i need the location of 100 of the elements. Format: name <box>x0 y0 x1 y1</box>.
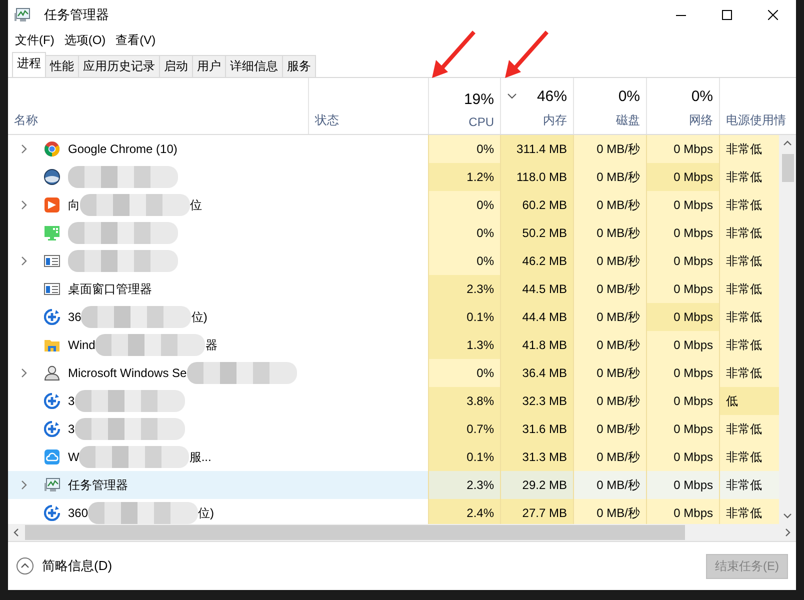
process-row[interactable]: Wind 器 1.3% 41.8 MB 0 MB/秒 0 Mbps 非常低 <box>8 331 779 359</box>
process-name: 位) <box>198 504 214 522</box>
table-cell: 0 MB/秒 <box>573 219 646 247</box>
scroll-thumb[interactable] <box>782 154 794 182</box>
maximize-icon[interactable] <box>722 10 732 20</box>
column-header[interactable]: 名称 <box>14 112 302 129</box>
process-name: 服... <box>189 448 212 466</box>
refresh-plus-icon <box>44 421 60 437</box>
table-cell: 41.8 MB <box>500 331 573 359</box>
table-cell: 非常低 <box>719 303 779 331</box>
table-cell: 3.8% <box>428 387 500 415</box>
process-row[interactable]: 3 3.8% 32.3 MB 0 MB/秒 0 Mbps 低 <box>8 387 779 415</box>
process-name: 向 <box>68 196 80 214</box>
table-cell: 0 MB/秒 <box>573 471 646 499</box>
table-cell: 非常低 <box>719 219 779 247</box>
table-cell: 非常低 <box>719 191 779 219</box>
table-cell: 非常低 <box>719 163 779 191</box>
table-cell: 50.2 MB <box>500 219 573 247</box>
column-header[interactable]: 内存 <box>543 112 567 129</box>
process-name: Microsoft Windows Se <box>68 366 187 380</box>
menu-item[interactable]: 选项(O) <box>59 32 111 48</box>
process-row[interactable]: 0% 50.2 MB 0 MB/秒 0 Mbps 非常低 <box>8 219 779 247</box>
table-cell: 非常低 <box>719 471 779 499</box>
process-row[interactable]: 36 位) 0.1% 44.4 MB 0 MB/秒 0 Mbps 非常低 <box>8 303 779 331</box>
table-cell: 0 Mbps <box>646 303 719 331</box>
table-cell: 0 MB/秒 <box>573 415 646 443</box>
table-cell: 31.6 MB <box>500 415 573 443</box>
collapse-chevron-icon[interactable] <box>16 557 34 575</box>
vertical-scrollbar[interactable] <box>779 135 796 524</box>
globe-icon <box>44 169 60 185</box>
process-row[interactable]: 向 位 0% 60.2 MB 0 MB/秒 0 Mbps 非常低 <box>8 191 779 219</box>
refresh-plus-icon <box>44 505 60 521</box>
scroll-thumb[interactable] <box>25 525 685 540</box>
column-header[interactable]: 磁盘 <box>616 112 640 129</box>
refresh-plus-icon <box>44 393 60 409</box>
process-name: 3 <box>68 394 75 408</box>
chrome-icon <box>44 141 60 157</box>
process-row[interactable]: 0% 46.2 MB 0 MB/秒 0 Mbps 非常低 <box>8 247 779 275</box>
tab[interactable]: 服务 <box>282 55 316 77</box>
details-toggle[interactable]: 简略信息(D) <box>16 557 112 575</box>
table-cell: 311.4 MB <box>500 135 573 163</box>
process-row[interactable]: W 服... 0.1% 31.3 MB 0 MB/秒 0 Mbps 非常低 <box>8 443 779 471</box>
table-cell: 46.2 MB <box>500 247 573 275</box>
window-icon <box>44 281 60 297</box>
table-cell: 44.5 MB <box>500 275 573 303</box>
process-row[interactable]: 3 0.7% 31.6 MB 0 MB/秒 0 Mbps 非常低 <box>8 415 779 443</box>
table-cell: 0% <box>428 359 500 387</box>
table-cell: 0 MB/秒 <box>573 135 646 163</box>
process-row[interactable]: Microsoft Windows Se 0% 36.4 MB 0 MB/秒 0 Mbps 非常低 <box>8 359 779 387</box>
table-cell: 2.3% <box>428 471 500 499</box>
window-title: 任务管理器 <box>44 6 109 24</box>
table-cell: 0 Mbps <box>646 415 719 443</box>
horizontal-scrollbar[interactable] <box>8 524 796 541</box>
table-cell: 0 Mbps <box>646 443 719 471</box>
tab[interactable]: 详细信息 <box>225 55 283 77</box>
table-cell: 0.7% <box>428 415 500 443</box>
column-header[interactable]: CPU <box>468 115 494 129</box>
column-header[interactable]: 电源使用情 <box>726 112 790 129</box>
process-name: W <box>68 450 80 464</box>
table-cell: 0% <box>428 191 500 219</box>
window-icon <box>44 253 60 269</box>
tab[interactable]: 应用历史记录 <box>78 55 160 77</box>
menu-item[interactable]: 文件(F) <box>10 32 60 48</box>
refresh-plus-icon <box>44 309 60 325</box>
table-cell: 非常低 <box>719 275 779 303</box>
table-cell: 0% <box>428 247 500 275</box>
column-header[interactable]: 状态 <box>315 112 422 129</box>
table-cell: 0 Mbps <box>646 359 719 387</box>
process-row[interactable]: 任务管理器 2.3% 29.2 MB 0 MB/秒 0 Mbps 非常低 <box>8 471 779 499</box>
process-name: 3 <box>68 422 75 436</box>
process-row[interactable]: Google Chrome (10) 0% 311.4 MB 0 MB/秒 0 Mbps 非常低 <box>8 135 779 163</box>
table-cell: 0.1% <box>428 443 500 471</box>
process-name: Google Chrome (10) <box>68 142 178 156</box>
table-cell: 32.3 MB <box>500 387 573 415</box>
column-total: 46% <box>536 88 567 105</box>
chart-monitor-icon <box>44 477 60 493</box>
table-cell: 1.2% <box>428 163 500 191</box>
table-cell: 0 Mbps <box>646 275 719 303</box>
table-cell: 0 Mbps <box>646 191 719 219</box>
tab[interactable]: 进程 <box>12 52 46 77</box>
tab[interactable]: 启动 <box>159 55 193 77</box>
table-cell: 0% <box>428 135 500 163</box>
column-total: 19% <box>464 91 494 108</box>
table-cell: 31.3 MB <box>500 443 573 471</box>
menu-item[interactable]: 查看(V) <box>110 32 161 48</box>
sort-caret-icon[interactable] <box>507 93 517 99</box>
table-cell: 0% <box>428 219 500 247</box>
column-header[interactable]: 网络 <box>689 112 713 129</box>
tab[interactable]: 用户 <box>192 55 226 77</box>
process-row[interactable]: 1.2% 118.0 MB 0 MB/秒 0 Mbps 非常低 <box>8 163 779 191</box>
close-icon[interactable] <box>768 10 778 20</box>
process-row[interactable]: 桌面窗口管理器 2.3% 44.5 MB 0 MB/秒 0 Mbps 非常低 <box>8 275 779 303</box>
column-total: 0% <box>618 88 640 105</box>
process-name: 器 <box>205 336 218 354</box>
play-icon <box>44 197 60 213</box>
table-cell: 非常低 <box>719 135 779 163</box>
table-cell: 0 MB/秒 <box>573 275 646 303</box>
table-cell: 0 Mbps <box>646 219 719 247</box>
table-cell: 0 MB/秒 <box>573 163 646 191</box>
tab[interactable]: 性能 <box>45 55 79 77</box>
